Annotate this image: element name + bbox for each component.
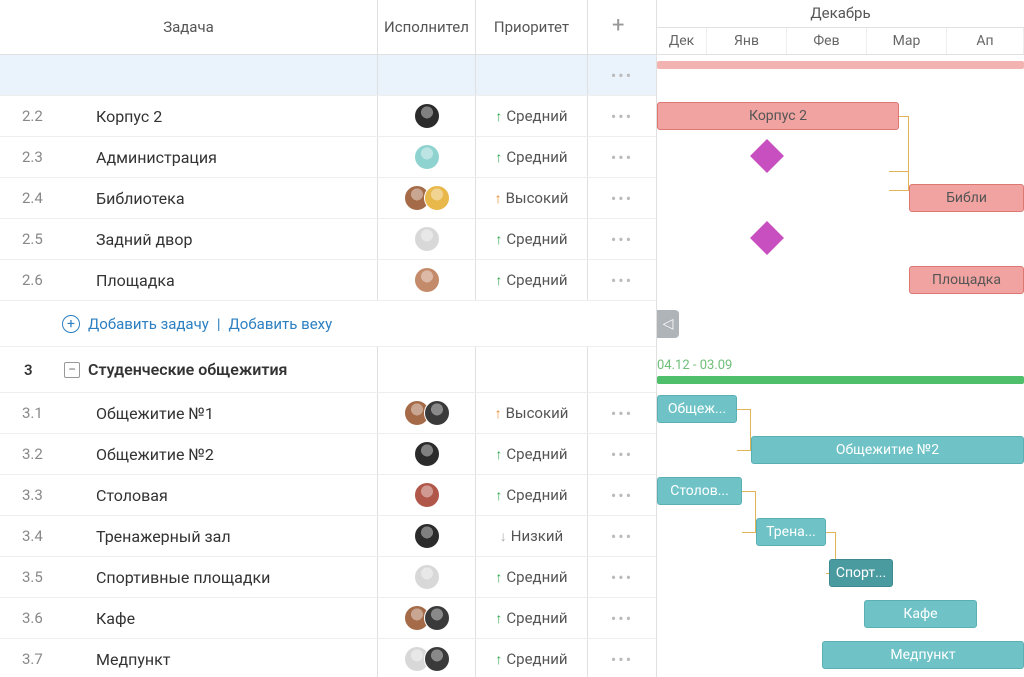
arrow-up-icon: ↑	[495, 610, 502, 627]
dependency-link	[737, 409, 751, 451]
table-row[interactable]: 3.6Кафе ↑Средний •••	[0, 598, 656, 639]
arrow-up-icon: ↑	[495, 651, 502, 668]
gantt-month-group: Декабрь	[657, 0, 1024, 28]
arrow-up-icon: ↑	[495, 487, 502, 504]
avatar[interactable]	[414, 441, 440, 467]
gantt-bar[interactable]: Медпункт	[822, 641, 1024, 669]
summary-bar[interactable]	[657, 376, 1024, 384]
task-name[interactable]: Корпус 2	[84, 107, 377, 126]
avatar[interactable]	[414, 267, 440, 293]
arrow-up-icon: ↑	[495, 108, 502, 125]
table-row[interactable]: 3.2Общежитие №2 ↑Средний •••	[0, 434, 656, 475]
arrow-up-icon: ↑	[495, 190, 502, 207]
arrow-up-icon: ↑	[495, 405, 502, 422]
arrow-up-icon: ↑	[495, 231, 502, 248]
avatar[interactable]	[424, 646, 450, 672]
plus-icon: +	[612, 17, 632, 37]
arrow-down-icon: ↓	[500, 528, 507, 545]
table-row[interactable]: 3.7Медпункт ↑Средний •••	[0, 639, 656, 677]
dependency-link	[742, 491, 756, 533]
gantt-bar[interactable]: Корпус 2	[657, 102, 899, 130]
gantt-bar[interactable]: Общеж...	[657, 395, 737, 423]
table-row[interactable]: 2.4 Библиотека ↑ Высокий •••	[0, 178, 656, 219]
avatar[interactable]	[414, 103, 440, 129]
row-menu-button[interactable]: •••	[611, 609, 633, 628]
row-menu-button[interactable]: •••	[611, 568, 633, 587]
table-row[interactable]: 3.4Тренажерный зал ↓Низкий •••	[0, 516, 656, 557]
row-menu-button[interactable]: •••	[611, 271, 633, 290]
add-column-button[interactable]: +	[588, 0, 656, 54]
table-row[interactable]: 2.2 Корпус 2 ↑ Средний •••	[0, 96, 656, 137]
row-menu-button[interactable]: •••	[611, 650, 633, 669]
table-row[interactable]: 3.1Общежитие №1 ↑Высокий •••	[0, 393, 656, 434]
add-links-row: + Добавить задачу | Добавить веху	[0, 301, 656, 347]
collapse-left-panel-button[interactable]: ◁	[657, 310, 679, 338]
avatar[interactable]	[414, 564, 440, 590]
gantt-bar[interactable]: Площадка	[909, 266, 1024, 294]
avatar[interactable]	[414, 226, 440, 252]
priority-cell[interactable]: ↑ Средний	[476, 96, 588, 136]
avatar[interactable]	[424, 605, 450, 631]
group-header-row[interactable]: 3 − Студенческие общежития	[0, 347, 656, 393]
collapse-toggle[interactable]: −	[60, 362, 84, 378]
dependency-link	[889, 171, 909, 191]
arrow-up-icon: ↑	[495, 446, 502, 463]
row-menu-button[interactable]: •••	[611, 486, 633, 505]
task-grid: Задача Исполнител Приоритет + ••• 2.2 Ко…	[0, 0, 657, 677]
table-row[interactable]: 3.3Столовая ↑Средний •••	[0, 475, 656, 516]
summary-bar[interactable]	[657, 61, 1024, 69]
gantt-header: Декабрь Дек Янв Фев Мар Ап	[657, 0, 1024, 55]
table-row[interactable]: 2.6 Площадка ↑ Средний •••	[0, 260, 656, 301]
row-number: 2.2	[0, 107, 60, 125]
row-menu-button[interactable]: •••	[611, 445, 633, 464]
grid-header: Задача Исполнител Приоритет +	[0, 0, 656, 55]
row-menu-button[interactable]: •••	[611, 148, 633, 167]
table-row[interactable]: 2.5 Задний двор ↑ Средний •••	[0, 219, 656, 260]
row-menu-button[interactable]: •••	[611, 404, 633, 423]
gantt-bar[interactable]: Трена...	[756, 518, 826, 546]
add-circle-icon[interactable]: +	[62, 315, 80, 333]
arrow-up-icon: ↑	[495, 149, 502, 166]
gantt-bar[interactable]: Кафе	[864, 600, 977, 628]
add-task-link[interactable]: Добавить задачу	[88, 315, 209, 333]
milestone-diamond[interactable]	[750, 221, 784, 255]
table-row[interactable]: 2.3 Администрация ↑ Средний •••	[0, 137, 656, 178]
row-menu-button[interactable]: •••	[611, 66, 633, 85]
gantt-month-scale: Дек Янв Фев Мар Ап	[657, 28, 1024, 55]
gantt-bar[interactable]: Общежитие №2	[751, 436, 1024, 464]
avatar[interactable]	[414, 144, 440, 170]
col-header-assignee[interactable]: Исполнител	[378, 0, 476, 54]
minus-box-icon: −	[64, 362, 80, 378]
gantt-bar[interactable]: Библи	[909, 184, 1024, 212]
row-menu-button[interactable]: •••	[611, 107, 633, 126]
row-menu-button[interactable]: •••	[611, 230, 633, 249]
group-date-range: 04.12 - 03.09	[657, 358, 732, 373]
avatar[interactable]	[424, 185, 450, 211]
row-menu-button[interactable]: •••	[611, 189, 633, 208]
avatar[interactable]	[414, 523, 440, 549]
gantt-panel[interactable]: Декабрь Дек Янв Фев Мар Ап Корпус 2 Библ…	[657, 0, 1024, 677]
row-menu-button[interactable]: •••	[611, 527, 633, 546]
milestone-diamond[interactable]	[750, 139, 784, 173]
blank-row[interactable]: •••	[0, 55, 656, 96]
gantt-bar[interactable]: Спорт...	[829, 559, 893, 587]
add-milestone-link[interactable]: Добавить веху	[229, 315, 333, 333]
arrow-up-icon: ↑	[495, 569, 502, 586]
assignee-cell[interactable]	[378, 96, 476, 136]
gantt-bar[interactable]: Столов...	[657, 477, 742, 505]
dependency-link	[899, 116, 909, 178]
avatar[interactable]	[414, 482, 440, 508]
avatar[interactable]	[424, 400, 450, 426]
col-header-task[interactable]: Задача	[0, 0, 378, 54]
arrow-up-icon: ↑	[495, 272, 502, 289]
col-header-priority[interactable]: Приоритет	[476, 0, 588, 54]
chevron-left-icon: ◁	[663, 316, 674, 332]
table-row[interactable]: 3.5Спортивные площадки ↑Средний •••	[0, 557, 656, 598]
